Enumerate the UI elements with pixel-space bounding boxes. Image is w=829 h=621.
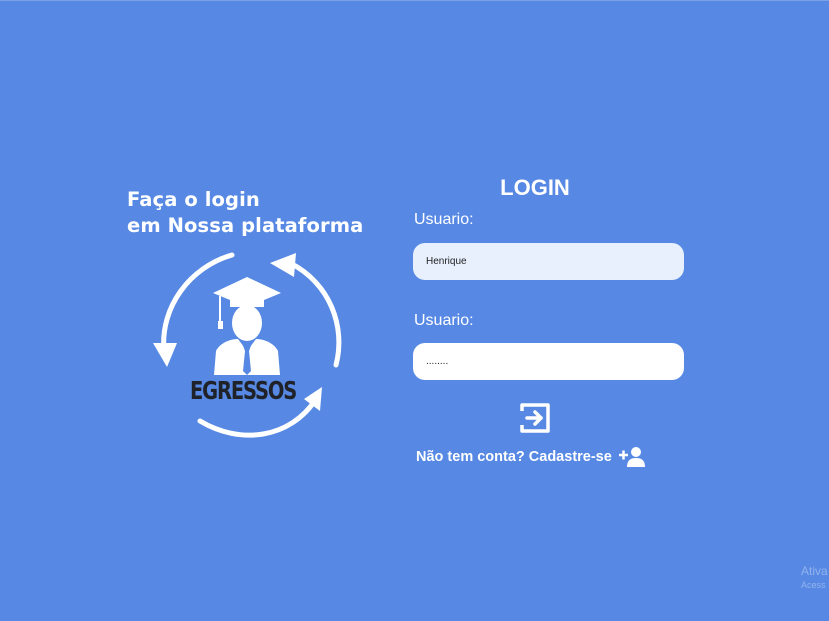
- logo-text: EGRESSOS: [190, 376, 297, 405]
- tagline-line-2: em Nossa plataforma: [127, 214, 364, 237]
- watermark-line-1: Ativa: [801, 564, 828, 578]
- graduate-cycle-icon: [153, 252, 342, 438]
- username-label: Usuario:: [414, 211, 474, 228]
- signup-text[interactable]: Não tem conta? Cadastre-se: [416, 449, 612, 465]
- tagline: Faça o login em Nossa plataforma: [127, 187, 363, 239]
- username-input[interactable]: [413, 243, 684, 280]
- password-input[interactable]: [413, 343, 684, 380]
- password-label: Usuario:: [414, 312, 474, 329]
- sign-in-icon[interactable]: [518, 401, 552, 435]
- watermark-line-2: Acess: [801, 580, 826, 590]
- tagline-line-1: Faça o login: [127, 188, 260, 211]
- user-plus-icon[interactable]: [618, 446, 646, 468]
- login-page: Faça o login em Nossa plataforma EGRESSO…: [0, 0, 829, 621]
- signup-link[interactable]: Não tem conta? Cadastre-se: [416, 446, 646, 468]
- login-title: LOGIN: [500, 175, 570, 200]
- activation-watermark: Ativa Acess: [801, 564, 828, 592]
